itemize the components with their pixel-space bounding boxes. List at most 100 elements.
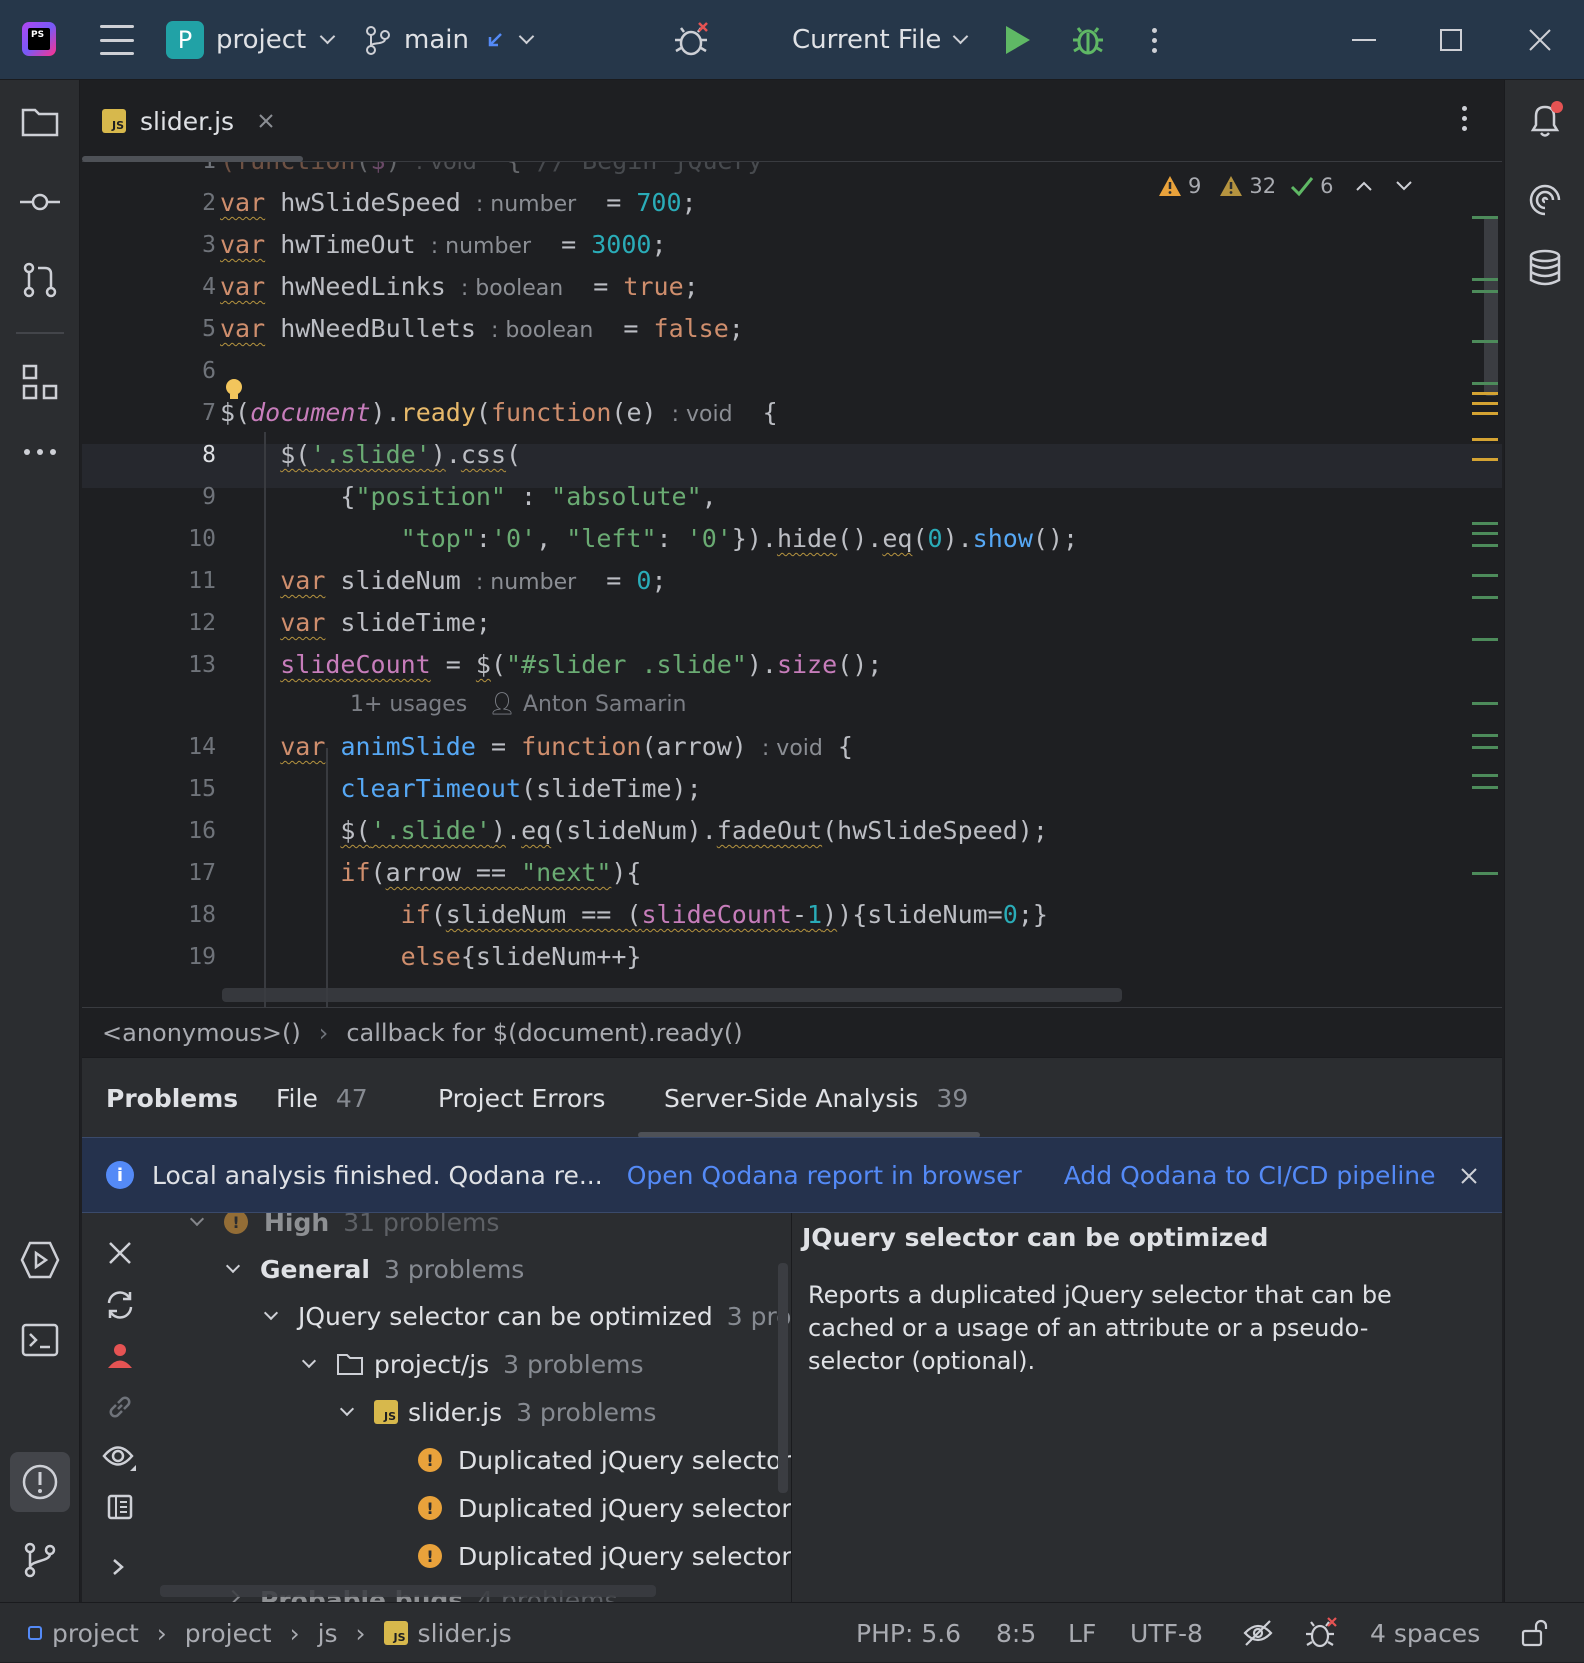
line-number: 12	[188, 610, 216, 636]
tree-scrollbar-thumb[interactable]	[778, 1263, 788, 1493]
link-icon[interactable]	[106, 1393, 134, 1421]
database-icon[interactable]	[1525, 248, 1565, 288]
warning-circle-icon: !	[418, 1496, 442, 1520]
line-number: 5	[202, 316, 216, 342]
close-icon[interactable]	[106, 1239, 134, 1267]
line-number: 1	[156, 162, 216, 174]
tab-project-errors[interactable]: Project Errors	[438, 1058, 605, 1138]
intention-bulb-icon[interactable]	[224, 378, 244, 402]
project-name: project	[216, 25, 307, 55]
stripe-mark	[1472, 774, 1498, 777]
debug-icon[interactable]	[1070, 0, 1106, 80]
debug-status-bug-icon[interactable]	[1304, 1603, 1338, 1663]
breadcrumb-item[interactable]: <anonymous>()	[102, 1019, 301, 1047]
stripe-mark	[1472, 278, 1498, 281]
open-qodana-report-link[interactable]: Open Qodana report in browser	[627, 1161, 1022, 1190]
problems-tree[interactable]: ! High 31 problems General 3 problems JQuer…	[158, 1213, 792, 1602]
project-folder-icon[interactable]	[20, 102, 60, 142]
tab-slider-js[interactable]: JS slider.js	[102, 80, 274, 162]
tab-server-side-analysis[interactable]: Server-Side Analysis 39	[664, 1058, 968, 1138]
structure-icon[interactable]	[20, 362, 60, 402]
readonly-lock-icon[interactable]	[1520, 1603, 1548, 1663]
tree-node-folder[interactable]: project/js 3 problems	[301, 1341, 644, 1387]
pull-requests-icon[interactable]	[20, 260, 60, 300]
ai-assistant-icon[interactable]	[1525, 180, 1565, 220]
line-number: 7	[202, 400, 216, 426]
services-run-icon[interactable]	[20, 1240, 60, 1280]
tree-problem-item[interactable]: ! Duplicated jQuery selector	[418, 1485, 791, 1531]
commit-icon[interactable]	[20, 182, 60, 222]
main-menu-icon[interactable]	[100, 25, 134, 55]
close-tab-icon[interactable]	[258, 113, 274, 129]
line-number: 15	[188, 776, 216, 802]
tree-problem-item[interactable]: ! Duplicated jQuery selector	[418, 1437, 791, 1483]
tree-problem-item[interactable]: ! Duplicated jQuery selector	[418, 1533, 791, 1579]
maximize-icon[interactable]	[1440, 0, 1462, 80]
close-banner-icon[interactable]	[1460, 1167, 1478, 1185]
code-editor[interactable]: 1 2 3 4 5 6 7 8 9 10 11 12 13 14 15 16 1…	[82, 162, 1502, 1007]
horizontal-scrollbar-thumb[interactable]	[222, 988, 1122, 1002]
path-item[interactable]: js	[318, 1619, 338, 1648]
preview-panel-icon[interactable]	[106, 1493, 134, 1521]
git-icon[interactable]	[20, 1540, 60, 1580]
notifications-bell-icon[interactable]	[1525, 100, 1565, 140]
chevron-down-icon	[263, 1305, 279, 1321]
indent-setting[interactable]: 4 spaces	[1370, 1603, 1480, 1663]
project-widget[interactable]: P project	[166, 0, 336, 80]
user-filter-icon[interactable]	[106, 1341, 134, 1369]
module-icon	[28, 1626, 42, 1640]
stripe-mark	[1472, 412, 1498, 415]
code-vision-author[interactable]: 👤︎ Anton Samarin	[488, 692, 686, 717]
status-bar: project › project › js › JS slider.js PH…	[0, 1602, 1584, 1662]
file-encoding[interactable]: UTF-8	[1130, 1603, 1203, 1663]
tab-file[interactable]: File 47	[276, 1058, 368, 1138]
code-line-15: clearTimeout(slideTime);	[340, 774, 702, 803]
refresh-icon[interactable]	[104, 1289, 136, 1321]
close-window-icon[interactable]	[1528, 0, 1552, 80]
tree-node-general[interactable]: General 3 problems	[225, 1246, 524, 1292]
run-icon[interactable]	[1006, 0, 1030, 80]
php-version[interactable]: PHP: 5.6	[856, 1603, 961, 1663]
path-item[interactable]: project	[185, 1619, 272, 1648]
code-line-11: var slideNum : number = 0;	[280, 566, 667, 595]
tree-horizontal-scrollbar[interactable]	[160, 1585, 656, 1597]
tab-options-icon[interactable]	[1462, 106, 1467, 131]
path-item[interactable]: project	[52, 1619, 139, 1648]
code-vision-usages[interactable]: 1+ usages	[350, 692, 467, 717]
more-tools-icon[interactable]	[20, 432, 60, 472]
user-icon: 👤︎	[488, 692, 516, 717]
minimize-icon[interactable]	[1352, 0, 1376, 80]
more-actions-icon[interactable]	[1152, 0, 1157, 80]
path-item[interactable]: slider.js	[418, 1619, 512, 1648]
chevron-down-icon	[953, 28, 969, 44]
tree-node-inspection[interactable]: JQuery selector can be optimized 3 pro	[263, 1293, 791, 1339]
code-line-10: "top":'0', "left": '0'}).hide().eq(0).sh…	[400, 524, 1079, 553]
line-separator[interactable]: LF	[1068, 1603, 1096, 1663]
chevron-right-icon[interactable]	[108, 1557, 128, 1577]
phpstorm-logo-icon[interactable]: PS	[22, 22, 56, 56]
status-path[interactable]: project › project › js › JS slider.js	[28, 1603, 512, 1663]
eye-icon[interactable]	[102, 1441, 138, 1473]
terminal-icon[interactable]	[20, 1320, 60, 1360]
stripe-mark	[1472, 574, 1498, 577]
chevron-down-icon[interactable]	[1395, 180, 1413, 192]
problems-tool-button[interactable]	[10, 1452, 70, 1512]
chevron-up-icon[interactable]	[1355, 180, 1373, 192]
run-config-select[interactable]: Current File	[792, 0, 969, 80]
error-count: 9	[1188, 174, 1202, 198]
code-line-5: var hwNeedBullets : boolean = false;	[220, 314, 744, 343]
tree-node-file[interactable]: JS slider.js 3 problems	[339, 1389, 656, 1435]
branch-widget[interactable]: main	[364, 0, 535, 80]
tree-node-high[interactable]: ! High 31 problems	[189, 1213, 499, 1245]
code-line-12: var slideTime;	[280, 608, 491, 637]
vertical-scrollbar-thumb[interactable]	[1484, 216, 1498, 396]
inspections-off-icon[interactable]	[1242, 1603, 1274, 1663]
debug-bug-icon[interactable]	[672, 0, 712, 80]
breadcrumb-item[interactable]: callback for $(document).ready()	[346, 1019, 742, 1047]
title-bar: PS P project main Current File	[0, 0, 1584, 80]
add-qodana-ci-link[interactable]: Add Qodana to CI/CD pipeline	[1064, 1161, 1436, 1190]
stripe-mark	[1472, 786, 1498, 789]
caret-position[interactable]: 8:5	[996, 1603, 1036, 1663]
problems-toolbar	[82, 1213, 158, 1602]
inspection-widget[interactable]: 9 32 6	[1158, 166, 1413, 206]
